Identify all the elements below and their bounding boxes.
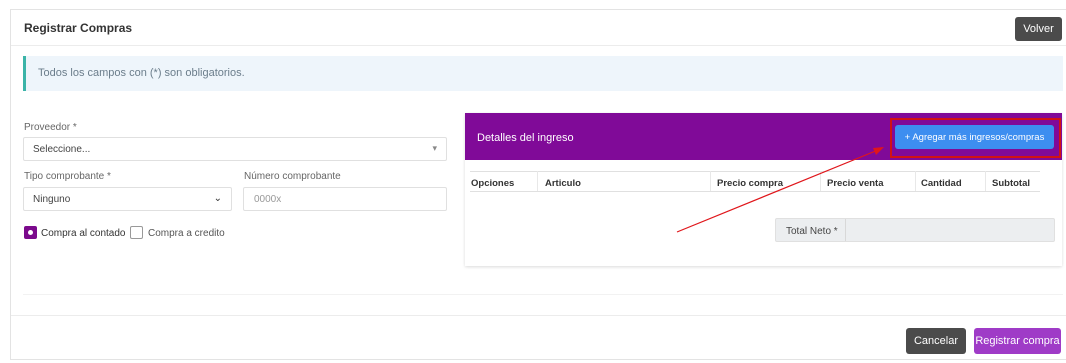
- total-neto-field: Total Neto *: [775, 218, 1055, 242]
- column-separator: [710, 171, 711, 191]
- total-separator: [845, 219, 846, 241]
- alert-text: Todos los campos con (*) son obligatorio…: [38, 67, 245, 79]
- cancel-button[interactable]: Cancelar: [906, 328, 966, 354]
- column-header-subtotal: Subtotal: [992, 178, 1030, 189]
- section-divider: [23, 294, 1063, 295]
- numero-comprobante-placeholder: 0000x: [254, 194, 282, 205]
- compra-contado-radio[interactable]: [24, 226, 37, 239]
- back-button[interactable]: Volver: [1015, 17, 1062, 41]
- chevron-down-icon: ▾: [432, 143, 437, 153]
- total-neto-label: Total Neto *: [786, 226, 838, 237]
- numero-comprobante-input[interactable]: 0000x: [243, 187, 447, 211]
- page-title: Registrar Compras: [24, 21, 133, 35]
- column-header-opciones: Opciones: [471, 178, 515, 189]
- add-purchase-button[interactable]: + Agregar más ingresos/compras: [895, 125, 1054, 149]
- tipo-comprobante-label: Tipo comprobante *: [24, 171, 111, 182]
- table-bottom-border: [470, 191, 1040, 192]
- column-header-precio-compra: Precio compra: [717, 178, 783, 189]
- tipo-comprobante-select[interactable]: Ninguno ⌄: [23, 187, 232, 211]
- proveedor-selected-value: Seleccione...: [33, 144, 91, 155]
- details-title: Detalles del ingreso: [477, 132, 574, 144]
- column-separator: [820, 171, 821, 191]
- chevron-down-icon: ⌄: [213, 193, 222, 204]
- column-separator: [985, 171, 986, 191]
- footer-divider: [11, 315, 1066, 316]
- column-separator: [915, 171, 916, 191]
- register-purchase-card: Registrar Compras Volver Todos los campo…: [10, 9, 1066, 360]
- column-header-cantidad: Cantidad: [921, 178, 962, 189]
- details-header: Detalles del ingreso + Agregar más ingre…: [465, 113, 1062, 160]
- proveedor-label: Proveedor *: [24, 122, 77, 133]
- proveedor-select[interactable]: Seleccione... ▾: [23, 137, 447, 161]
- details-card: Detalles del ingreso + Agregar más ingre…: [465, 113, 1062, 266]
- card-header: Registrar Compras Volver: [11, 10, 1066, 46]
- register-purchase-button[interactable]: Registrar compra: [974, 328, 1061, 354]
- numero-comprobante-label: Número comprobante: [244, 171, 341, 182]
- table-top-border: [470, 171, 1040, 172]
- column-header-precio-venta: Precio venta: [827, 178, 884, 189]
- column-separator: [537, 171, 538, 191]
- compra-credito-label: Compra a credito: [148, 228, 225, 239]
- compra-contado-label: Compra al contado: [41, 228, 126, 239]
- tipo-comprobante-value: Ninguno: [33, 194, 71, 205]
- info-alert: Todos los campos con (*) son obligatorio…: [23, 56, 1063, 91]
- column-header-articulo: Articulo: [545, 178, 581, 189]
- compra-credito-checkbox[interactable]: [130, 226, 143, 239]
